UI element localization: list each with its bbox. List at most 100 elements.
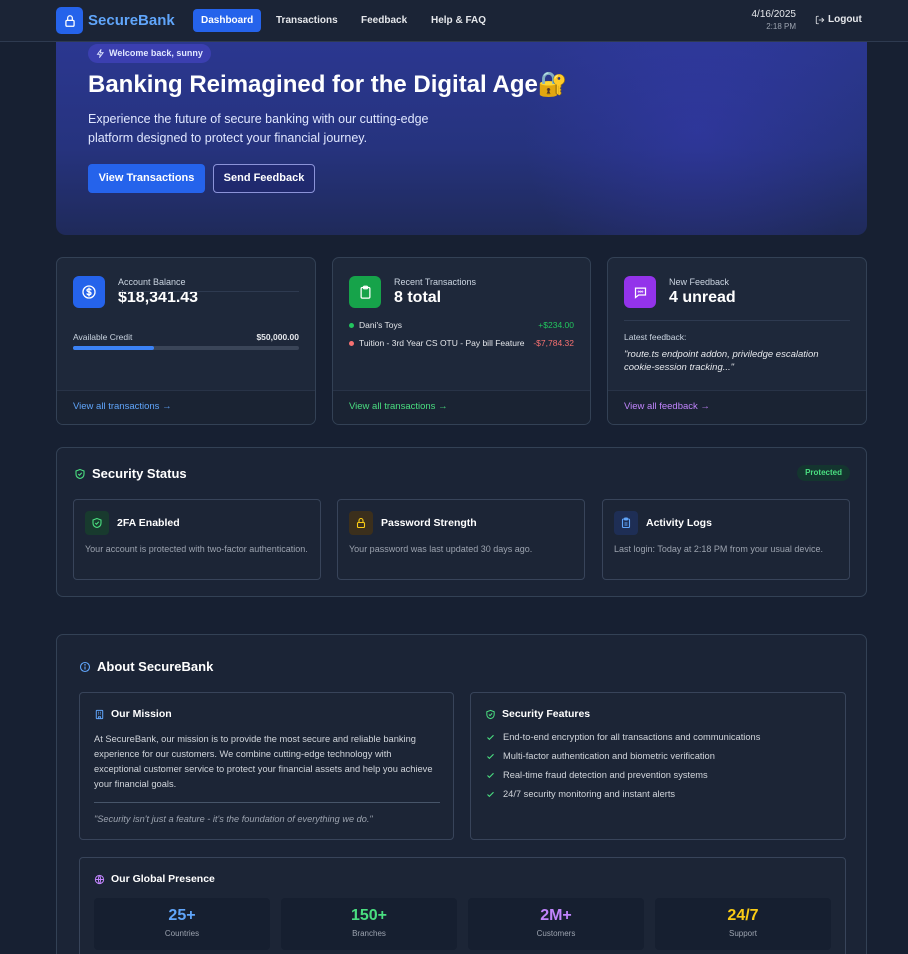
feedback-card: New Feedback 4 unread Latest feedback: "… bbox=[607, 257, 867, 425]
divider bbox=[624, 320, 850, 321]
welcome-badge: Welcome back, sunny bbox=[88, 44, 211, 63]
security-item-title: Activity Logs bbox=[646, 517, 712, 529]
clipboard-icon bbox=[349, 276, 381, 308]
mission-box: Our Mission At SecureBank, our mission i… bbox=[79, 692, 454, 840]
features-title-text: Security Features bbox=[502, 708, 591, 720]
transaction-name: Tuition - 3rd Year CS OTU - Pay bill Fea… bbox=[359, 338, 525, 348]
welcome-text: Welcome back, sunny bbox=[109, 48, 203, 58]
send-feedback-button[interactable]: Send Feedback bbox=[213, 164, 315, 193]
stat-label: Countries bbox=[164, 929, 200, 938]
globe-icon bbox=[94, 874, 105, 884]
transactions-card: Recent Transactions 8 total Dani's Toys … bbox=[332, 257, 591, 425]
stat-value: 25+ bbox=[168, 907, 196, 924]
nav-dashboard[interactable]: Dashboard bbox=[193, 9, 262, 32]
about-panel: About SecureBank Our Mission At SecureBa… bbox=[56, 634, 867, 954]
transactions-count: 8 total bbox=[394, 289, 442, 306]
protected-badge: Protected bbox=[797, 465, 850, 481]
transaction-name: Dani's Toys bbox=[359, 320, 403, 330]
feature-item: 24/7 security monitoring and instant ale… bbox=[486, 789, 675, 799]
hero-title: Banking Reimagined for the Digital Age🔐 bbox=[88, 70, 568, 99]
current-date: 4/16/2025 bbox=[751, 9, 797, 20]
nav-feedback[interactable]: Feedback bbox=[353, 9, 415, 32]
feature-item: Multi-factor authentication and biometri… bbox=[486, 751, 715, 761]
feature-item: End-to-end encryption for all transactio… bbox=[486, 732, 760, 742]
transaction-amount: -$7,784.32 bbox=[533, 338, 574, 348]
security-item-password: Password Strength Your password was last… bbox=[337, 499, 585, 580]
stat-support: 24/7 Support bbox=[655, 898, 831, 950]
status-dot bbox=[349, 341, 354, 346]
mission-title-text: Our Mission bbox=[111, 708, 172, 720]
shield-check-icon bbox=[75, 468, 85, 479]
about-title: About SecureBank bbox=[79, 659, 213, 674]
latest-feedback-text: "route.ts endpoint addon, priviledge esc… bbox=[624, 349, 819, 373]
credit-progress-fill bbox=[73, 346, 155, 350]
lock-key-emoji-icon: 🔐 bbox=[537, 71, 568, 98]
transaction-item[interactable]: Tuition - 3rd Year CS OTU - Pay bill Fea… bbox=[349, 337, 574, 351]
security-title-text: Security Status bbox=[92, 466, 187, 481]
feature-text: Real-time fraud detection and prevention… bbox=[503, 770, 708, 780]
security-item-text: Your password was last updated 30 days a… bbox=[349, 544, 533, 554]
lock-logo-icon[interactable] bbox=[56, 7, 83, 34]
security-item-title: Password Strength bbox=[381, 517, 477, 529]
feedback-view-all-link[interactable]: View all feedback → bbox=[608, 390, 866, 424]
stat-label: Customers bbox=[536, 929, 576, 938]
shield-check-icon bbox=[85, 511, 109, 535]
hero-subtitle: Experience the future of secure banking … bbox=[88, 112, 429, 145]
security-item-2fa: 2FA Enabled Your account is protected wi… bbox=[73, 499, 321, 580]
features-title: Security Features bbox=[485, 708, 590, 720]
security-item-title: 2FA Enabled bbox=[117, 517, 180, 529]
feature-text: Multi-factor authentication and biometri… bbox=[503, 751, 715, 761]
security-features-box: Security Features End-to-end encryption … bbox=[470, 692, 846, 840]
mission-title: Our Mission bbox=[94, 708, 172, 720]
latest-feedback-label: Latest feedback: bbox=[624, 332, 687, 342]
divider bbox=[94, 802, 440, 803]
about-title-text: About SecureBank bbox=[97, 659, 214, 674]
security-item-text: Last login: Today at 2:18 PM from your u… bbox=[614, 544, 823, 554]
logout-button[interactable]: Logout bbox=[815, 14, 862, 25]
hero-banner: Welcome back, sunny Banking Reimagined f… bbox=[56, 42, 867, 235]
transaction-item[interactable]: Dani's Toys +$234.00 bbox=[349, 319, 574, 333]
current-time: 2:18 PM bbox=[766, 22, 796, 31]
check-icon bbox=[487, 734, 494, 740]
feedback-count: 4 unread bbox=[669, 289, 736, 306]
info-icon bbox=[79, 661, 91, 672]
brand-name[interactable]: SecureBank bbox=[88, 12, 175, 29]
stat-label: Branches bbox=[352, 929, 386, 938]
security-title: Security Status bbox=[74, 466, 187, 481]
mission-quote: "Security isn't just a feature - it's th… bbox=[94, 814, 373, 824]
security-item-activity: Activity Logs Last login: Today at 2:18 … bbox=[602, 499, 850, 580]
logout-icon bbox=[815, 15, 825, 24]
lock-icon bbox=[349, 511, 373, 535]
credit-progress-bar bbox=[73, 346, 299, 350]
lightning-icon bbox=[96, 49, 105, 58]
stat-value: 2M+ bbox=[540, 907, 572, 924]
feature-text: End-to-end encryption for all transactio… bbox=[503, 732, 761, 742]
nav-transactions[interactable]: Transactions bbox=[268, 9, 346, 32]
divider bbox=[118, 291, 299, 292]
stat-value: 150+ bbox=[350, 907, 388, 924]
stat-branches: 150+ Branches bbox=[281, 898, 457, 950]
stat-label: Support bbox=[728, 929, 758, 938]
logout-label: Logout bbox=[828, 14, 862, 25]
presence-title-text: Our Global Presence bbox=[111, 873, 215, 885]
feature-item: Real-time fraud detection and prevention… bbox=[486, 770, 708, 780]
presence-title: Our Global Presence bbox=[94, 873, 215, 885]
stat-customers: 2M+ Customers bbox=[468, 898, 644, 950]
security-status-panel: Security Status Protected 2FA Enabled Yo… bbox=[56, 447, 867, 597]
credit-value: $50,000.00 bbox=[256, 332, 299, 342]
security-item-text: Your account is protected with two-facto… bbox=[85, 544, 308, 554]
feedback-label: New Feedback bbox=[669, 277, 730, 287]
balance-card: Account Balance $18,341.43 Available Cre… bbox=[56, 257, 316, 425]
check-icon bbox=[487, 753, 494, 759]
status-dot bbox=[349, 323, 354, 328]
view-transactions-button[interactable]: View Transactions bbox=[88, 164, 205, 193]
transactions-view-all-link[interactable]: View all transactions → bbox=[333, 390, 590, 424]
transactions-label: Recent Transactions bbox=[394, 277, 477, 287]
balance-label: Account Balance bbox=[118, 277, 186, 287]
credit-label: Available Credit bbox=[73, 332, 133, 342]
balance-view-all-link[interactable]: View all transactions → bbox=[57, 390, 315, 424]
global-presence-box: Our Global Presence 25+ Countries 150+ B… bbox=[79, 857, 846, 954]
feature-text: 24/7 security monitoring and instant ale… bbox=[503, 789, 676, 799]
nav-help-faq[interactable]: Help & FAQ bbox=[423, 9, 494, 32]
top-navbar: SecureBank Dashboard Transactions Feedba… bbox=[0, 0, 908, 42]
